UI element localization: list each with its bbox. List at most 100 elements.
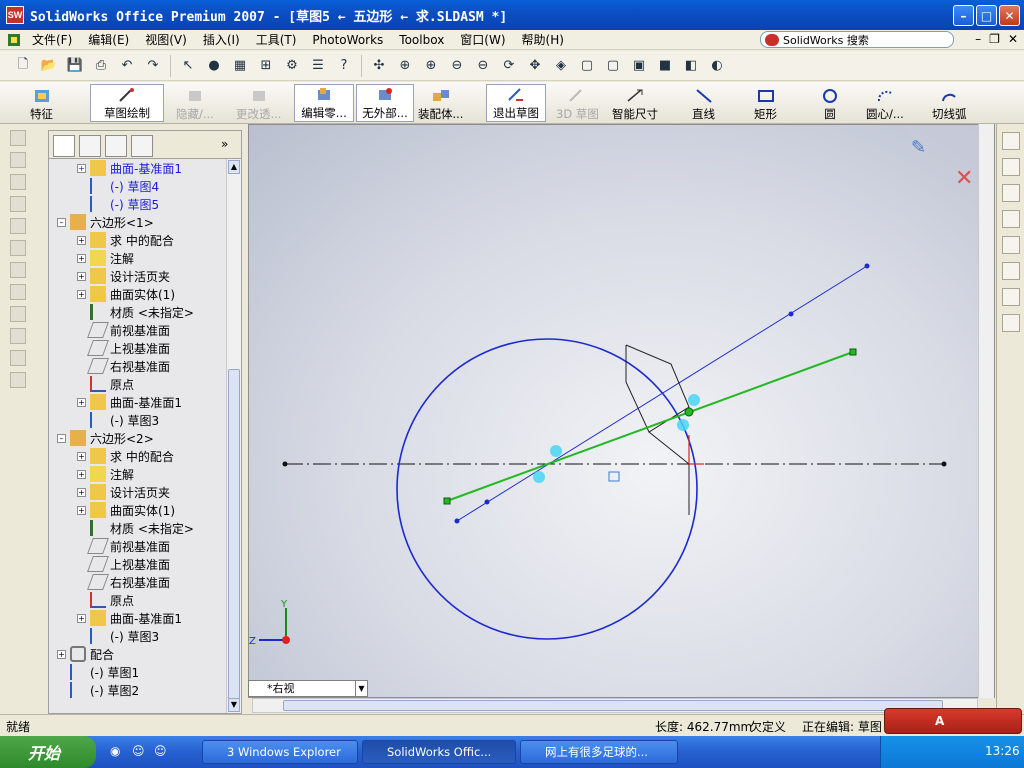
tree-row[interactable]: 前视基准面 (87, 537, 170, 555)
tool-icon-10[interactable] (10, 328, 26, 344)
tree-row[interactable]: (-) 草图5 (90, 195, 159, 213)
graphics-hscrollbar[interactable] (252, 698, 978, 713)
cmd-sketch[interactable]: 草图绘制 (90, 84, 164, 122)
print-icon[interactable]: ⎙ (90, 55, 112, 77)
relation-icon[interactable] (550, 445, 562, 457)
image-icon[interactable] (1002, 288, 1020, 306)
tree-row[interactable]: + 设计活页夹 (77, 483, 170, 501)
cmd-exit-sketch[interactable]: 退出草图 (486, 84, 546, 122)
snap-icon[interactable]: ✣ (368, 55, 390, 77)
redo-icon[interactable]: ↷ (142, 55, 164, 77)
tool-icon-7[interactable] (10, 262, 26, 278)
doc-minimize-button[interactable]: – (975, 32, 981, 46)
expand-panel-icon[interactable]: » (221, 137, 228, 151)
select-icon[interactable]: ↖ (177, 55, 199, 77)
rotate-icon[interactable]: ⟳ (498, 55, 520, 77)
menu-view[interactable]: 视图(V) (137, 31, 195, 48)
tree-row[interactable]: + 曲面实体(1) (77, 285, 175, 303)
home-icon[interactable] (1002, 132, 1020, 150)
minimize-button[interactable]: – (953, 5, 974, 26)
tree-row[interactable]: (-) 草图3 (90, 627, 159, 645)
cmd-assembly[interactable]: 装配体... (418, 84, 463, 122)
tab-appearance[interactable] (131, 135, 153, 157)
tree-row[interactable]: + 配合 (57, 645, 114, 663)
zoom-selection-icon[interactable]: ⊖ (472, 55, 494, 77)
solidworks-logo-icon[interactable]: SW (6, 6, 24, 24)
cmd-smart-dimension[interactable]: 智能尺寸 (612, 84, 658, 122)
tree-row[interactable]: 原点 (90, 375, 134, 393)
cancel-sketch-icon[interactable]: ✕ (955, 166, 973, 191)
realview-icon[interactable]: ◐ (706, 55, 728, 77)
tree-row[interactable]: (-) 草图2 (70, 681, 139, 699)
wireframe-icon[interactable]: ▢ (576, 55, 598, 77)
relation-icon[interactable] (677, 419, 689, 431)
cmd-center-arc[interactable]: 圆心/... (866, 84, 904, 122)
traffic-light-icon[interactable]: ● (203, 55, 225, 77)
help-icon[interactable]: ? (333, 55, 355, 77)
tree-row[interactable]: 前视基准面 (87, 321, 170, 339)
sketch-canvas[interactable]: ✕ ✎ Y Z (249, 125, 995, 698)
pan-icon[interactable]: ✥ (524, 55, 546, 77)
qq-icon-2[interactable]: ☺ (154, 744, 167, 758)
shaded-icon[interactable]: ■ (654, 55, 676, 77)
tree-row[interactable]: + 曲面-基准面1 (77, 159, 182, 177)
shaded-edges-icon[interactable]: ▣ (628, 55, 650, 77)
tool-icon-6[interactable] (10, 240, 26, 256)
tree-row[interactable]: – 六边形<1> (57, 213, 154, 231)
doc-close-button[interactable]: ✕ (1008, 32, 1018, 46)
cmd-edit-part[interactable]: 编辑零... (294, 84, 354, 122)
menu-insert[interactable]: 插入(I) (195, 31, 248, 48)
start-button[interactable]: 开始 (0, 736, 96, 768)
tree-row[interactable]: + 曲面实体(1) (77, 501, 175, 519)
tree-row[interactable]: 材质 <未指定> (90, 519, 194, 537)
list-icon[interactable]: ☰ (307, 55, 329, 77)
scroll-down-icon[interactable]: ▼ (228, 698, 240, 712)
magnify-icon[interactable] (1002, 210, 1020, 228)
tool-icon-4[interactable] (10, 196, 26, 212)
zoom-area-icon[interactable]: ⊕ (420, 55, 442, 77)
view-orientation-icon[interactable]: ◈ (550, 55, 572, 77)
qq-icon[interactable]: ☺ (132, 744, 145, 758)
measure-icon[interactable]: ⊞ (255, 55, 277, 77)
task-solidworks[interactable]: SolidWorks Offic... (362, 740, 516, 764)
tree-row[interactable]: + 曲面-基准面1 (77, 609, 182, 627)
tab-property-manager[interactable] (79, 135, 101, 157)
zoom-in-out-icon[interactable]: ⊖ (446, 55, 468, 77)
tab-feature-tree[interactable] (53, 135, 75, 157)
section-view-icon[interactable]: ◧ (680, 55, 702, 77)
tree-row[interactable]: 上视基准面 (87, 555, 170, 573)
feature-tree-icon[interactable] (6, 32, 22, 48)
view-dropdown-icon[interactable]: ▼ (355, 681, 367, 696)
hidden-lines-icon[interactable]: ▢ (602, 55, 624, 77)
tool-icon-2[interactable] (10, 152, 26, 168)
relation-icon[interactable] (533, 471, 545, 483)
undo-icon[interactable]: ↶ (116, 55, 138, 77)
doc-restore-button[interactable]: ❐ (989, 32, 1000, 46)
hscroll-thumb[interactable] (283, 700, 943, 711)
graphics-area[interactable]: ✕ ✎ Y Z (248, 124, 995, 698)
cmd-3d-sketch[interactable]: 3D 草图 (556, 84, 599, 122)
menu-tools[interactable]: 工具(T) (248, 31, 305, 48)
exit-sketch-icon[interactable]: ✎ (911, 137, 926, 158)
ime-toolbar[interactable]: A (884, 708, 1022, 734)
tool-icon-3[interactable] (10, 174, 26, 190)
cmd-hide-show[interactable]: 隐藏/... (176, 84, 214, 122)
cmd-no-external[interactable]: 无外部... (356, 84, 414, 122)
tool-icon-8[interactable] (10, 284, 26, 300)
relation-icon[interactable] (688, 394, 700, 406)
menu-window[interactable]: 窗口(W) (452, 31, 513, 48)
tab-configuration[interactable] (105, 135, 127, 157)
tool-icon-9[interactable] (10, 306, 26, 322)
tool-icon-11[interactable] (10, 350, 26, 366)
cmd-line[interactable]: 直线 (692, 84, 715, 122)
tree-row[interactable]: (-) 草图4 (90, 177, 159, 195)
tree-row[interactable]: + 注解 (77, 465, 134, 483)
maximize-button[interactable]: □ (976, 5, 997, 26)
task-explorer[interactable]: 3 Windows Explorer (202, 740, 358, 764)
task-browser[interactable]: 网上有很多足球的... (520, 740, 678, 764)
tree-row[interactable]: 右视基准面 (87, 357, 170, 375)
tree-scroll-thumb[interactable] (228, 369, 240, 699)
tree-scrollbar[interactable]: ▲ ▼ (226, 159, 241, 713)
tree-row[interactable]: + 设计活页夹 (77, 267, 170, 285)
tool-icon-5[interactable] (10, 218, 26, 234)
